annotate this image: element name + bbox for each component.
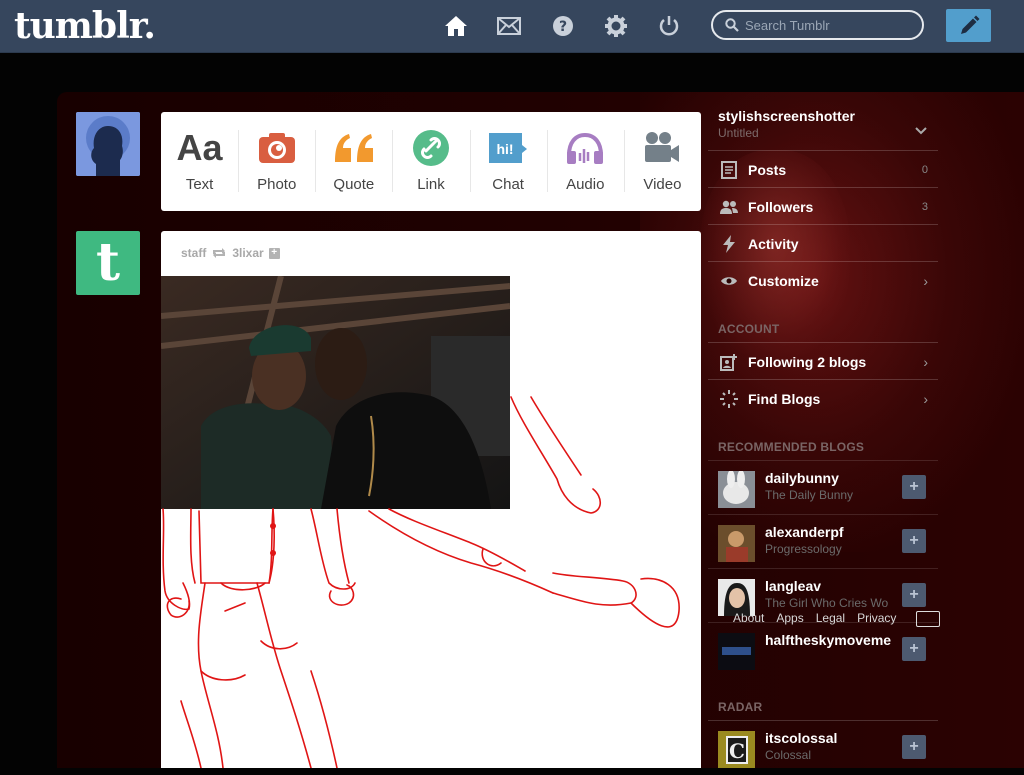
camera-icon: [258, 129, 296, 167]
followers-icon: [719, 200, 739, 214]
chevron-down-icon[interactable]: [915, 122, 927, 140]
follow-button[interactable]: +: [902, 735, 926, 759]
blog-name[interactable]: stylishscreenshotter: [718, 108, 855, 124]
footer-link-legal[interactable]: Legal: [816, 611, 845, 625]
posts-icon: [719, 160, 739, 179]
sidebar-item-find-blogs[interactable]: Find Blogs ›: [708, 379, 938, 417]
following-icon: [719, 353, 739, 371]
sidebar-item-posts[interactable]: Posts 0: [708, 150, 938, 188]
search-box[interactable]: [711, 10, 924, 40]
radar-blog[interactable]: C itscolossal Colossal +: [708, 720, 938, 775]
compass-icon: [719, 389, 739, 408]
post-drawing: [162, 396, 680, 768]
footer-link-about[interactable]: About: [733, 611, 764, 625]
svg-text:C: C: [729, 739, 745, 763]
footer-link-privacy[interactable]: Privacy: [857, 611, 896, 625]
blog-avatar[interactable]: C: [718, 731, 755, 768]
mail-icon[interactable]: [496, 13, 522, 39]
eye-icon: [719, 275, 739, 287]
link-icon: [412, 129, 450, 167]
chevron-right-icon: ›: [923, 390, 928, 407]
compose-button[interactable]: [946, 9, 991, 42]
post-type-quote[interactable]: Quote: [315, 112, 392, 211]
pencil-icon: [958, 15, 980, 37]
gear-icon[interactable]: [603, 13, 629, 39]
post-type-photo[interactable]: Photo: [238, 112, 315, 211]
lightning-icon: [719, 234, 739, 253]
power-icon[interactable]: [656, 13, 682, 39]
sidebar-item-followers[interactable]: Followers 3: [708, 187, 938, 225]
post-type-video[interactable]: Video: [623, 112, 701, 211]
text-icon: Aa: [176, 127, 223, 168]
blog-subtitle: Untitled: [718, 126, 759, 140]
chevron-right-icon: ›: [923, 272, 928, 289]
keyboard-shortcuts-icon[interactable]: [916, 611, 940, 627]
user-avatar[interactable]: [76, 112, 140, 176]
account-heading: ACCOUNT: [718, 322, 780, 336]
help-icon[interactable]: ?: [550, 13, 576, 39]
top-navigation-bar: tumblr. ?: [0, 0, 1024, 53]
sidebar-item-following[interactable]: Following 2 blogs ›: [708, 342, 938, 380]
footer-link-apps[interactable]: Apps: [776, 611, 803, 625]
search-input[interactable]: [743, 16, 917, 34]
video-camera-icon: [643, 129, 681, 167]
post-type-selector: Aa Text Photo Quote Link hi! Chat Audio: [161, 112, 701, 211]
follow-button[interactable]: +: [902, 475, 926, 499]
recommended-blog[interactable]: halftheskymoveme +: [708, 622, 938, 677]
followers-count: 3: [921, 200, 928, 213]
recommended-blog[interactable]: dailybunny The Daily Bunny +: [708, 460, 938, 515]
recommended-blogs-heading: RECOMMENDED BLOGS: [718, 440, 865, 454]
follow-button[interactable]: +: [902, 637, 926, 661]
follow-button[interactable]: +: [902, 529, 926, 553]
footer-links: About Apps Legal Privacy: [733, 611, 896, 625]
tumblr-t-icon: t: [95, 232, 121, 293]
post-type-audio[interactable]: Audio: [546, 112, 624, 211]
recommended-blog[interactable]: alexanderpf Progressology +: [708, 514, 938, 569]
post-author-avatar[interactable]: t: [76, 231, 140, 295]
follow-button[interactable]: +: [902, 583, 926, 607]
home-icon[interactable]: [443, 13, 469, 39]
chevron-right-icon: ›: [923, 353, 928, 370]
post-type-text[interactable]: Aa Text: [161, 112, 238, 211]
radar-heading: RADAR: [718, 700, 763, 714]
posts-count: 0: [921, 163, 928, 176]
chat-icon: hi!: [488, 129, 528, 167]
tumblr-logo[interactable]: tumblr.: [14, 4, 156, 48]
dashboard-post: staff 3lixar +: [161, 231, 701, 768]
post-type-chat[interactable]: hi! Chat: [469, 112, 547, 211]
blog-avatar[interactable]: [718, 633, 755, 670]
headphones-icon: [565, 129, 605, 167]
sidebar-item-customize[interactable]: Customize ›: [708, 261, 938, 299]
blog-avatar[interactable]: [718, 525, 755, 562]
blog-avatar[interactable]: [718, 470, 755, 508]
search-icon: [725, 18, 739, 32]
post-type-link[interactable]: Link: [392, 112, 469, 211]
sidebar-item-activity[interactable]: Activity: [708, 224, 938, 262]
svg-text:hi!: hi!: [497, 141, 514, 157]
quote-icon: [333, 129, 375, 167]
svg-text:?: ?: [559, 19, 567, 35]
